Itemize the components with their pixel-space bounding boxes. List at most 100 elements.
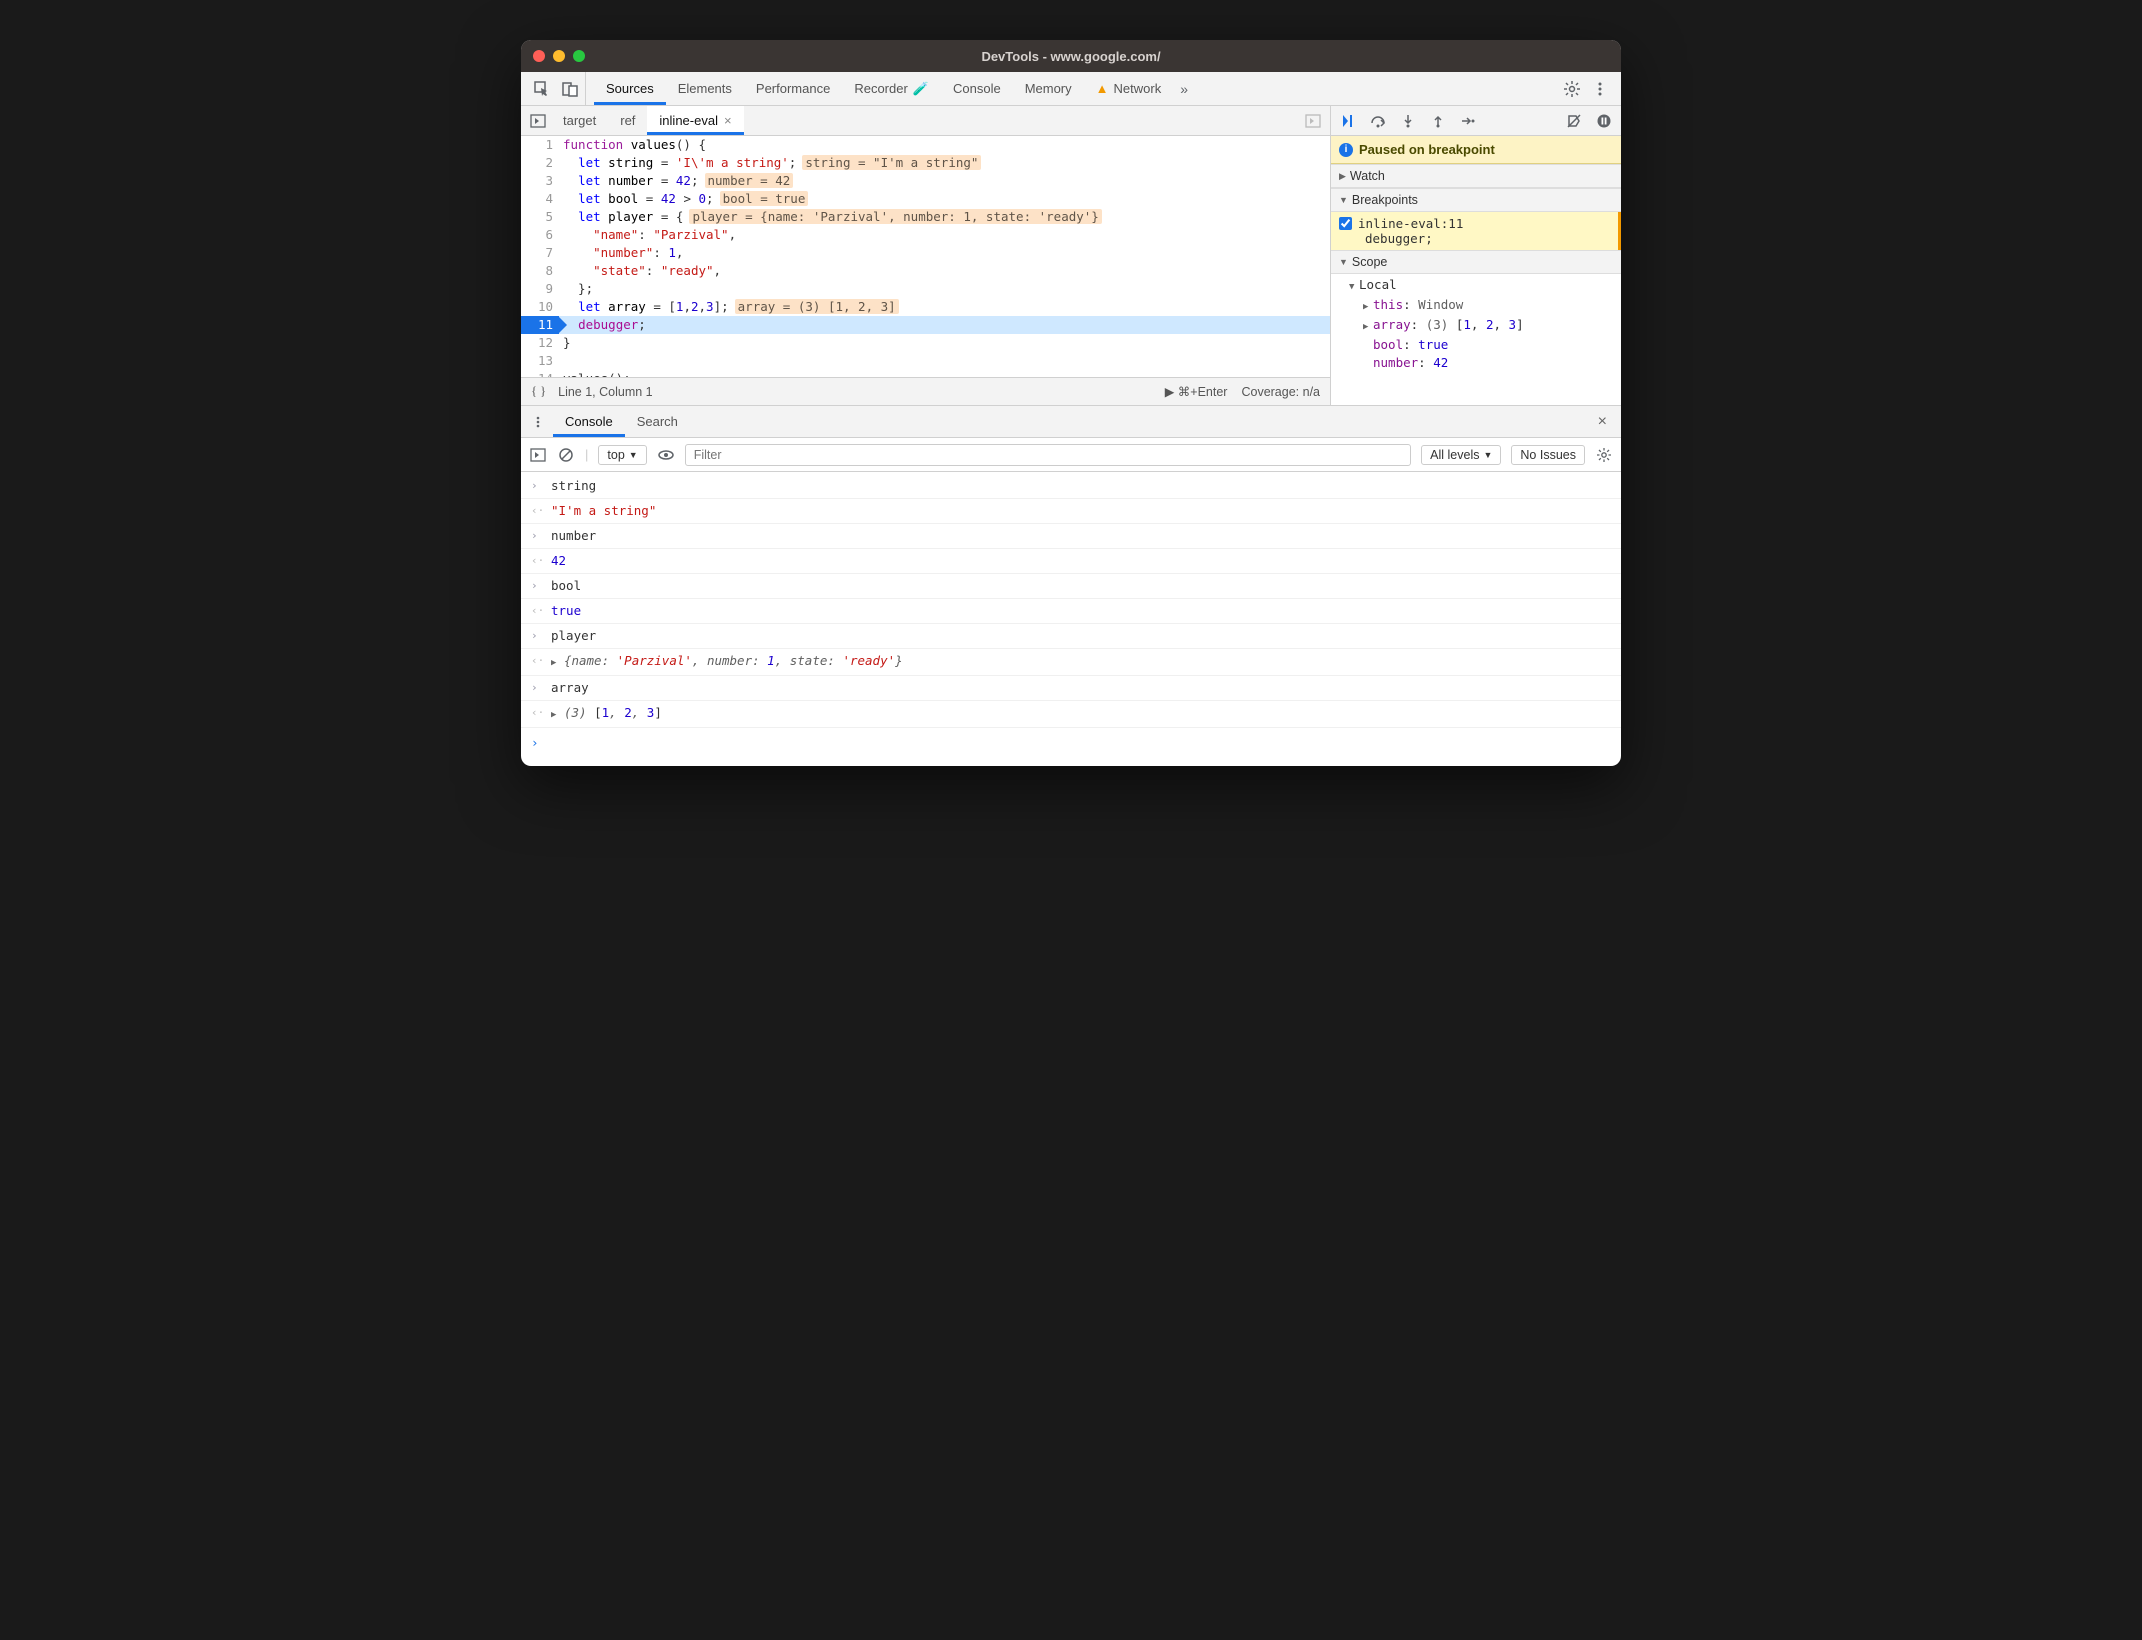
console-input-row: ›player [521,624,1621,649]
panel-tab-recorder[interactable]: Recorder🧪 [842,72,941,105]
inspect-element-icon[interactable] [533,80,551,98]
step-out-icon[interactable] [1429,112,1447,130]
navigator-toggle-icon[interactable] [529,112,547,130]
file-tab-inline-eval[interactable]: inline-eval× [647,106,743,135]
scope-array[interactable]: ▶array: (3) [1, 2, 3] [1335,316,1621,336]
clear-console-icon[interactable] [557,446,575,464]
window-titlebar: DevTools - www.google.com/ [521,40,1621,72]
code-line[interactable]: 9 }; [521,280,1330,298]
traffic-lights [533,50,585,62]
drawer-tab-console[interactable]: Console [553,406,625,437]
console-settings-gear-icon[interactable] [1595,446,1613,464]
deactivate-breakpoints-icon[interactable] [1565,112,1583,130]
code-line[interactable]: 11 debugger; [521,316,1330,334]
console-output-row: ‹·▶ (3) [1, 2, 3] [521,701,1621,728]
live-expression-icon[interactable] [657,446,675,464]
step-into-icon[interactable] [1399,112,1417,130]
panel-tab-elements[interactable]: Elements [666,72,744,105]
more-tabs-chevron-icon[interactable]: » [1175,80,1193,98]
debug-toolbar [1331,106,1621,136]
console-input-row: ›bool [521,574,1621,599]
code-line[interactable]: 13 [521,352,1330,370]
scope-number: number: 42 [1335,354,1621,372]
pause-on-exceptions-icon[interactable] [1595,112,1613,130]
drawer-tab-search[interactable]: Search [625,406,690,437]
paused-banner: i Paused on breakpoint [1331,136,1621,164]
scope-bool: bool: true [1335,336,1621,354]
window-title: DevTools - www.google.com/ [981,49,1160,64]
close-window-button[interactable] [533,50,545,62]
scope-local[interactable]: ▼Local [1335,276,1621,296]
drawer-tabs: ConsoleSearch × [521,406,1621,438]
code-line[interactable]: 14values(); [521,370,1330,377]
code-line[interactable]: 5 let player = {player = {name: 'Parziva… [521,208,1330,226]
main-split: targetrefinline-eval× 1function values()… [521,106,1621,406]
panel-tab-console[interactable]: Console [941,72,1013,105]
cursor-position: Line 1, Column 1 [558,385,653,399]
paused-message: Paused on breakpoint [1359,142,1495,157]
chevron-right-icon: ▶ [1339,171,1346,182]
console-toolbar: | top ▼ All levels ▼ No Issues [521,438,1621,472]
console-output-row: ‹·true [521,599,1621,624]
pretty-print-icon[interactable]: { } [531,384,546,399]
console-input-row: ›number [521,524,1621,549]
devtools-window: DevTools - www.google.com/ SourcesElemen… [521,40,1621,766]
code-line[interactable]: 4 let bool = 42 > 0;bool = true [521,190,1330,208]
watch-section-header[interactable]: ▶ Watch [1331,164,1621,188]
panel-tab-performance[interactable]: Performance [744,72,842,105]
code-line[interactable]: 3 let number = 42;number = 42 [521,172,1330,190]
console-filter-input[interactable] [685,444,1411,466]
console-output-row: ‹·"I'm a string" [521,499,1621,524]
chevron-down-icon: ▼ [1339,195,1348,205]
log-levels-selector[interactable]: All levels ▼ [1421,445,1501,465]
code-line[interactable]: 6 "name": "Parzival", [521,226,1330,244]
console-output[interactable]: ›string‹·"I'm a string"›number‹·42›bool‹… [521,472,1621,766]
drawer-kebab-icon[interactable] [529,413,547,431]
breakpoint-item[interactable]: inline-eval:11 debugger; [1331,212,1621,250]
kebab-menu-icon[interactable] [1591,80,1609,98]
code-editor[interactable]: 1function values() {2 let string = 'I\'m… [521,136,1330,377]
drawer-close-icon[interactable]: × [1588,413,1617,431]
breakpoint-checkbox[interactable] [1339,217,1352,230]
console-sidebar-toggle-icon[interactable] [529,446,547,464]
console-input-row: ›string [521,474,1621,499]
zoom-window-button[interactable] [573,50,585,62]
more-files-icon[interactable] [1304,112,1322,130]
code-line[interactable]: 10 let array = [1,2,3];array = (3) [1, 2… [521,298,1330,316]
step-over-icon[interactable] [1369,112,1387,130]
code-line[interactable]: 8 "state": "ready", [521,262,1330,280]
code-line[interactable]: 1function values() { [521,136,1330,154]
settings-gear-icon[interactable] [1563,80,1581,98]
console-input-row: ›array [521,676,1621,701]
console-prompt[interactable]: › [521,728,1621,758]
coverage-status: Coverage: n/a [1241,385,1320,399]
chevron-down-icon: ▼ [1339,257,1348,267]
breakpoint-code: debugger; [1339,231,1610,246]
context-selector[interactable]: top ▼ [598,445,646,465]
device-toolbar-icon[interactable] [561,80,579,98]
step-icon[interactable] [1459,112,1477,130]
debugger-sidebar: i Paused on breakpoint ▶ Watch ▼ Breakpo… [1331,106,1621,405]
console-output-row: ‹·▶ {name: 'Parzival', number: 1, state:… [521,649,1621,676]
info-icon: i [1339,143,1353,157]
close-tab-icon[interactable]: × [724,113,732,128]
run-snippet-button[interactable]: ▶ ⌘+Enter [1165,384,1228,399]
breakpoints-section-header[interactable]: ▼ Breakpoints [1331,188,1621,212]
scope-this[interactable]: ▶this: Window [1335,296,1621,316]
resume-icon[interactable] [1339,112,1357,130]
code-line[interactable]: 7 "number": 1, [521,244,1330,262]
file-tabs: targetrefinline-eval× [521,106,1330,136]
scope-body: ▼Local ▶this: Window ▶array: (3) [1, 2, … [1331,274,1621,376]
breakpoint-location: inline-eval:11 [1358,216,1463,231]
code-line[interactable]: 12} [521,334,1330,352]
scope-section-header[interactable]: ▼ Scope [1331,250,1621,274]
panel-tab-sources[interactable]: Sources [594,72,666,105]
file-tab-target[interactable]: target [551,106,608,135]
code-line[interactable]: 2 let string = 'I\'m a string';string = … [521,154,1330,172]
minimize-window-button[interactable] [553,50,565,62]
panel-tab-network[interactable]: ▲Network [1084,72,1174,105]
issues-button[interactable]: No Issues [1511,445,1585,465]
main-tabs-strip: SourcesElementsPerformanceRecorder🧪Conso… [521,72,1621,106]
file-tab-ref[interactable]: ref [608,106,647,135]
panel-tab-memory[interactable]: Memory [1013,72,1084,105]
